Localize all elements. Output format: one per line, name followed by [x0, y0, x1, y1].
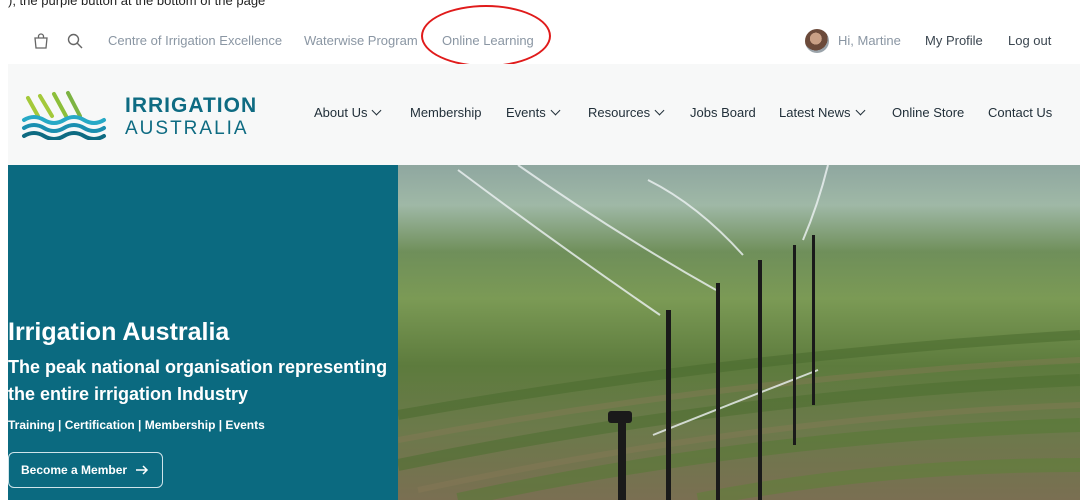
my-profile-link[interactable]: My Profile	[925, 33, 983, 48]
nav-label: Online Store	[892, 105, 965, 120]
hero-tagline: Training | Certification | Membership | …	[8, 418, 265, 432]
link-waterwise-program[interactable]: Waterwise Program	[304, 33, 418, 48]
main-navigation: IRRIGATION AUSTRALIA About Us Membership…	[8, 64, 1080, 165]
nav-label: Latest News	[779, 105, 851, 120]
link-online-learning[interactable]: Online Learning	[442, 33, 534, 48]
greeting-link[interactable]: Hi, Martine	[838, 33, 901, 48]
avatar[interactable]	[805, 29, 829, 53]
hero-subtitle: The peak national organisation represent…	[8, 357, 388, 404]
hero-title: Irrigation Australia	[8, 318, 230, 346]
nav-latest-news[interactable]: Latest News	[779, 105, 865, 120]
shopping-bag-icon[interactable]	[32, 32, 50, 50]
irrigation-australia-logo[interactable]: IRRIGATION AUSTRALIA	[20, 90, 256, 141]
cropped-caption: ); the purple button at the bottom of th…	[8, 0, 266, 8]
nav-contact-us[interactable]: Contact Us	[988, 105, 1052, 120]
chevron-down-icon	[855, 105, 865, 116]
button-label: Become a Member	[21, 463, 128, 477]
chevron-down-icon	[654, 105, 665, 116]
arrow-right-icon	[136, 465, 149, 475]
logo-wordmark-line1: IRRIGATION	[125, 94, 258, 117]
logo-wordmark-line2: AUSTRALIA	[125, 118, 249, 139]
nav-membership[interactable]: Membership	[410, 105, 482, 120]
nav-about-us[interactable]: About Us	[314, 105, 382, 120]
logo-waves-icon	[22, 91, 106, 141]
link-centre-of-irrigation-excellence[interactable]: Centre of Irrigation Excellence	[108, 33, 282, 48]
nav-events[interactable]: Events	[506, 105, 561, 120]
nav-label: Events	[506, 105, 546, 120]
sprinkler-field-illustration	[398, 165, 1080, 500]
nav-label: Contact Us	[988, 105, 1053, 120]
search-icon[interactable]	[66, 32, 84, 50]
nav-online-store[interactable]: Online Store	[892, 105, 964, 120]
chevron-down-icon	[550, 105, 561, 116]
log-out-link[interactable]: Log out	[1008, 33, 1051, 48]
nav-jobs-board[interactable]: Jobs Board	[690, 105, 756, 120]
utility-bar: Centre of Irrigation Excellence Waterwis…	[0, 20, 1080, 64]
nav-resources[interactable]: Resources	[588, 105, 665, 120]
chevron-down-icon	[372, 105, 382, 116]
nav-label: Jobs Board	[690, 105, 756, 120]
nav-label: Membership	[410, 105, 482, 120]
nav-label: Resources	[588, 105, 651, 120]
become-a-member-button[interactable]: Become a Member	[8, 452, 163, 488]
nav-label: About Us	[314, 105, 368, 120]
hero-sprinkler-image	[398, 165, 1080, 500]
